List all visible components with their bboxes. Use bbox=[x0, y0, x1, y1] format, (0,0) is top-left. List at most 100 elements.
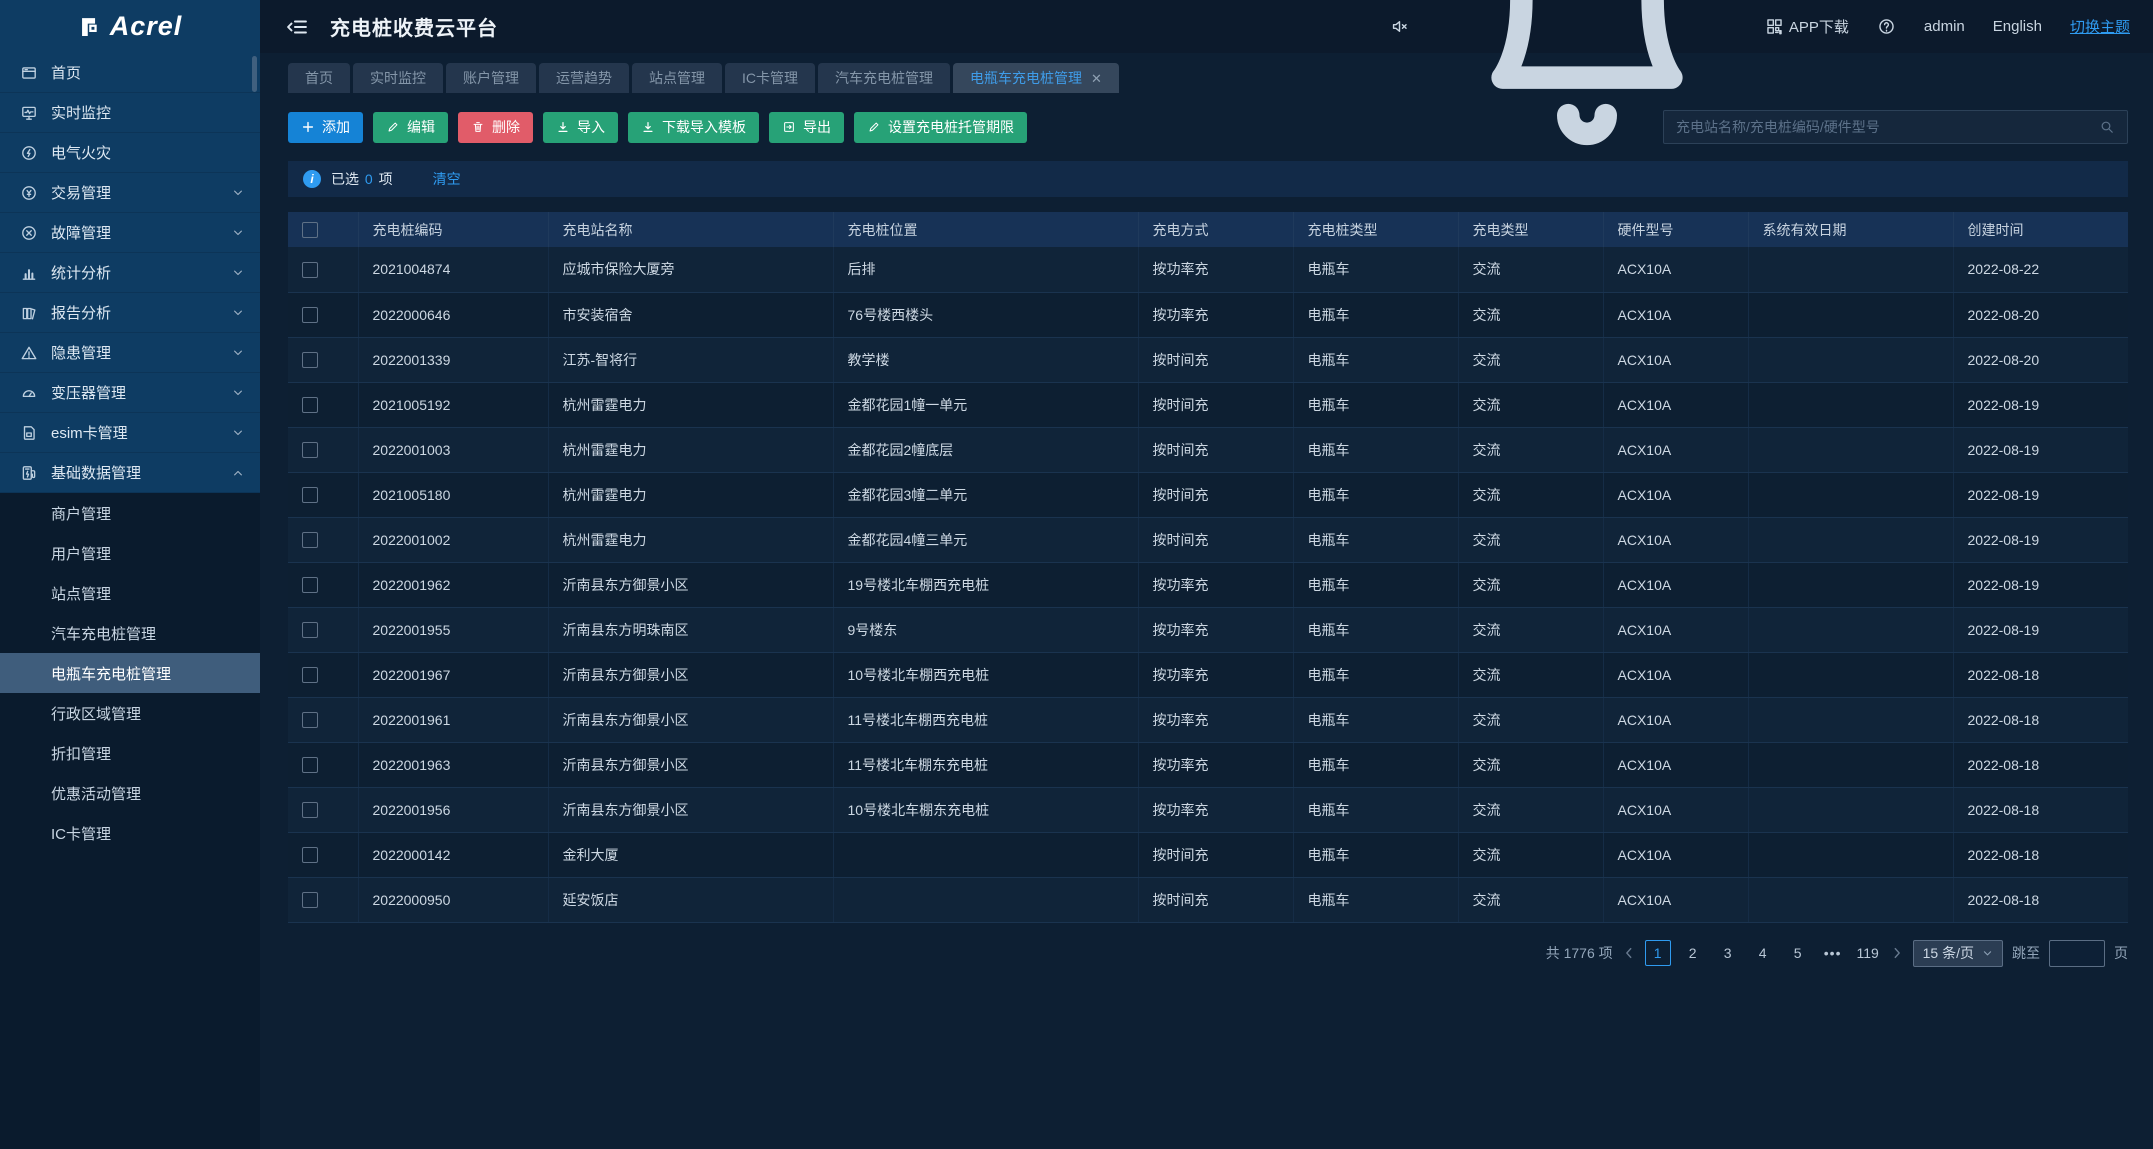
theme-switch-link[interactable]: 切换主题 bbox=[2070, 16, 2130, 37]
tab-close-icon[interactable]: ✕ bbox=[1091, 72, 1102, 85]
question-circle-icon bbox=[1877, 17, 1896, 36]
question-circle-icon[interactable] bbox=[1877, 17, 1896, 36]
page-5[interactable]: 5 bbox=[1785, 940, 1811, 966]
page-size-select[interactable]: 15 条/页 bbox=[1913, 940, 2003, 967]
download-template-button[interactable]: 下载导入模板 bbox=[628, 112, 759, 143]
row-checkbox[interactable] bbox=[302, 712, 318, 728]
set-hosting-period-button[interactable]: 设置充电桩托管期限 bbox=[854, 112, 1027, 143]
sidebar-item-实时监控[interactable]: 实时监控 bbox=[0, 93, 260, 133]
sidebar-item-首页[interactable]: 首页 bbox=[0, 53, 260, 93]
search-input[interactable] bbox=[1676, 119, 2099, 135]
clear-selection-link[interactable]: 清空 bbox=[433, 169, 461, 189]
edit-button[interactable]: 编辑 bbox=[373, 112, 448, 143]
tab-首页[interactable]: 首页 bbox=[288, 63, 350, 93]
import-button[interactable]: 导入 bbox=[543, 112, 618, 143]
page-3[interactable]: 3 bbox=[1715, 940, 1741, 966]
cell-valid_date bbox=[1748, 292, 1953, 337]
row-checkbox[interactable] bbox=[302, 307, 318, 323]
row-checkbox[interactable] bbox=[302, 442, 318, 458]
cell-charge_mode: 按功率充 bbox=[1138, 562, 1293, 607]
sidebar-subitem-优惠活动管理[interactable]: 优惠活动管理 bbox=[0, 773, 260, 813]
tab-IC卡管理[interactable]: IC卡管理 bbox=[725, 63, 815, 93]
page-1[interactable]: 1 bbox=[1645, 940, 1671, 966]
row-checkbox[interactable] bbox=[302, 892, 318, 908]
previous-page-icon[interactable] bbox=[1622, 946, 1636, 960]
table-row: 2022001962沂南县东方御景小区19号楼北车棚西充电桩按功率充电瓶车交流A… bbox=[288, 562, 2128, 607]
import-icon bbox=[641, 120, 655, 134]
qr-code-icon bbox=[1765, 17, 1784, 36]
page-ellipsis[interactable]: ••• bbox=[1820, 940, 1846, 966]
sidebar-subitem-电瓶车充电桩管理[interactable]: 电瓶车充电桩管理 bbox=[0, 653, 260, 693]
chevron-down-icon bbox=[232, 227, 244, 239]
jump-page-input[interactable] bbox=[2049, 940, 2105, 967]
sidebar-item-变压器管理[interactable]: 变压器管理 bbox=[0, 373, 260, 413]
delete-button[interactable]: 删除 bbox=[458, 112, 533, 143]
row-checkbox[interactable] bbox=[302, 352, 318, 368]
sidebar-item-统计分析[interactable]: 统计分析 bbox=[0, 253, 260, 293]
sidebar-item-故障管理[interactable]: 故障管理 bbox=[0, 213, 260, 253]
row-checkbox[interactable] bbox=[302, 802, 318, 818]
next-page-icon[interactable] bbox=[1890, 946, 1904, 960]
user-menu[interactable]: admin bbox=[1924, 18, 1965, 35]
sidebar-subitem-商户管理[interactable]: 商户管理 bbox=[0, 493, 260, 533]
sidebar-subitem-汽车充电桩管理[interactable]: 汽车充电桩管理 bbox=[0, 613, 260, 653]
button-label: 设置充电桩托管期限 bbox=[888, 117, 1014, 137]
sidebar-item-基础数据管理[interactable]: 基础数据管理 bbox=[0, 453, 260, 493]
language-switch[interactable]: English bbox=[1993, 18, 2042, 35]
tab-电瓶车充电桩管理[interactable]: 电瓶车充电桩管理✕ bbox=[953, 63, 1119, 93]
button-label: 编辑 bbox=[407, 117, 435, 137]
tab-bar: 首页实时监控账户管理运营趋势站点管理IC卡管理汽车充电桩管理电瓶车充电桩管理✕ bbox=[260, 53, 2153, 93]
tab-汽车充电桩管理[interactable]: 汽车充电桩管理 bbox=[818, 63, 950, 93]
export-button[interactable]: 导出 bbox=[769, 112, 844, 143]
row-checkbox[interactable] bbox=[302, 757, 318, 773]
tab-账户管理[interactable]: 账户管理 bbox=[446, 63, 536, 93]
search-icon[interactable] bbox=[2099, 119, 2115, 135]
page-list: 12345 ••• 119 bbox=[1645, 940, 1881, 966]
row-checkbox[interactable] bbox=[302, 847, 318, 863]
bell-icon bbox=[1437, 0, 1737, 177]
sidebar-item-报告分析[interactable]: 报告分析 bbox=[0, 293, 260, 333]
row-checkbox[interactable] bbox=[302, 262, 318, 278]
speaker-muted-icon[interactable] bbox=[1390, 17, 1409, 36]
sidebar-item-交易管理[interactable]: 交易管理 bbox=[0, 173, 260, 213]
row-checkbox[interactable] bbox=[302, 397, 318, 413]
brand-logo[interactable]: Acrel bbox=[0, 0, 260, 53]
speaker-muted-icon bbox=[1390, 17, 1409, 36]
page-4[interactable]: 4 bbox=[1750, 940, 1776, 966]
row-checkbox[interactable] bbox=[302, 667, 318, 683]
sidebar-subitem-折扣管理[interactable]: 折扣管理 bbox=[0, 733, 260, 773]
report-icon bbox=[20, 304, 38, 322]
table-row: 2022001339江苏-智将行教学楼按时间充电瓶车交流ACX10A2022-0… bbox=[288, 337, 2128, 382]
tab-实时监控[interactable]: 实时监控 bbox=[353, 63, 443, 93]
sidebar-item-电气火灾[interactable]: 电气火灾 bbox=[0, 133, 260, 173]
page-119[interactable]: 119 bbox=[1855, 940, 1881, 966]
sidebar-subitem-用户管理[interactable]: 用户管理 bbox=[0, 533, 260, 573]
chevron-down-icon bbox=[232, 187, 244, 199]
table-row: 2022001003杭州雷霆电力金都花园2幢底层按时间充电瓶车交流ACX10A2… bbox=[288, 427, 2128, 472]
row-checkbox[interactable] bbox=[302, 532, 318, 548]
app-download-button[interactable]: APP下载 bbox=[1765, 16, 1849, 37]
cell-station: 市安装宿舍 bbox=[548, 292, 833, 337]
collapse-menu-icon[interactable] bbox=[286, 16, 308, 38]
add-button[interactable]: 添加 bbox=[288, 112, 363, 143]
cell-location bbox=[833, 877, 1138, 922]
sidebar-subitem-IC卡管理[interactable]: IC卡管理 bbox=[0, 813, 260, 853]
tab-运营趋势[interactable]: 运营趋势 bbox=[539, 63, 629, 93]
cell-created_at: 2022-08-19 bbox=[1953, 472, 2128, 517]
sidebar-subitem-行政区域管理[interactable]: 行政区域管理 bbox=[0, 693, 260, 733]
row-checkbox[interactable] bbox=[302, 577, 318, 593]
row-checkbox[interactable] bbox=[302, 487, 318, 503]
sidebar-subitem-站点管理[interactable]: 站点管理 bbox=[0, 573, 260, 613]
select-all-checkbox[interactable] bbox=[302, 222, 318, 238]
page-2[interactable]: 2 bbox=[1680, 940, 1706, 966]
row-checkbox[interactable] bbox=[302, 622, 318, 638]
cell-code: 2021005192 bbox=[358, 382, 548, 427]
sidebar-item-esim卡管理[interactable]: esim卡管理 bbox=[0, 413, 260, 453]
cell-charge_mode: 按功率充 bbox=[1138, 697, 1293, 742]
table-row: 2022000646市安装宿舍76号楼西楼头按功率充电瓶车交流ACX10A202… bbox=[288, 292, 2128, 337]
tab-站点管理[interactable]: 站点管理 bbox=[632, 63, 722, 93]
notifications-button[interactable]: 99+ bbox=[1437, 0, 1737, 177]
table-row: 2022001967沂南县东方御景小区10号楼北车棚西充电桩按功率充电瓶车交流A… bbox=[288, 652, 2128, 697]
sidebar-item-隐患管理[interactable]: 隐患管理 bbox=[0, 333, 260, 373]
sidebar-item-label: 交易管理 bbox=[51, 182, 111, 203]
